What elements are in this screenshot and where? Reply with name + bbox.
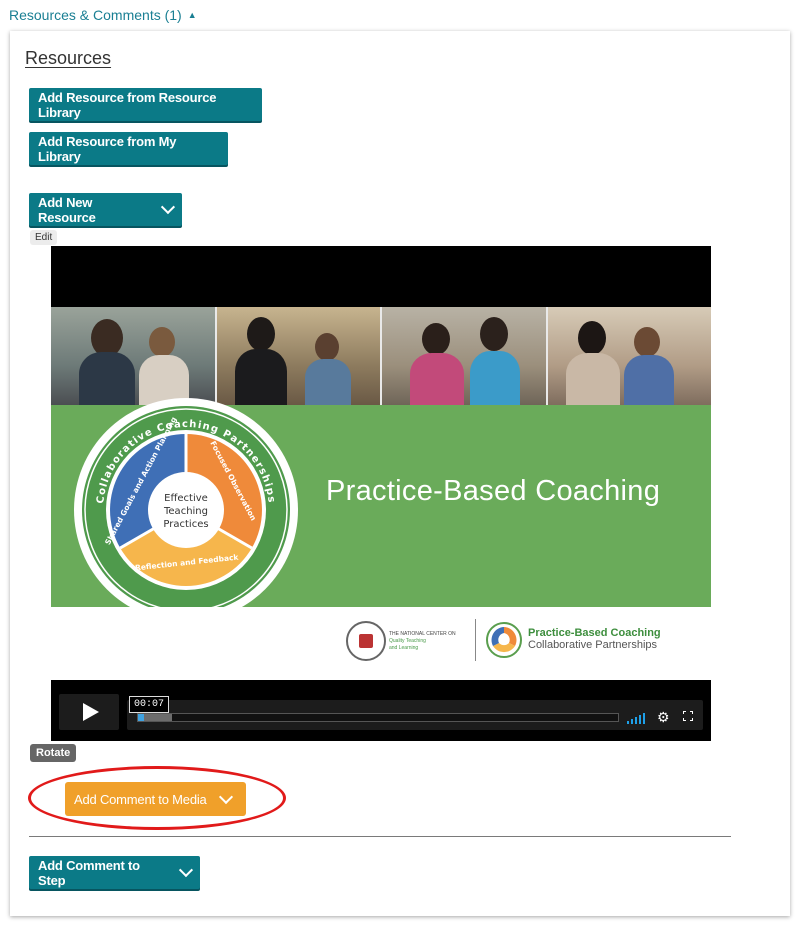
pbc-line: Collaborative Partnerships	[528, 639, 658, 651]
caret-up-icon: ▲	[187, 10, 197, 20]
progress-knob[interactable]	[138, 714, 144, 721]
chevron-down-icon	[161, 200, 176, 214]
button-label: Add Comment to Step	[38, 857, 140, 888]
video-frame: Practice-Based Coaching Collaborative Co…	[51, 307, 711, 680]
pbc-wordmark: Practice-Based Coaching Collaborative Pa…	[528, 627, 661, 651]
slide-footer: THE NATIONAL CENTER ON Quality Teaching …	[51, 607, 711, 680]
edit-media-tag[interactable]: Edit	[30, 230, 58, 245]
pbc-line: Practice-Based Coaching	[528, 627, 661, 639]
coaching-wheel-diagram: Collaborative Coaching Partnerships Effe…	[74, 398, 298, 622]
ncqtl-line: THE NATIONAL CENTER ON	[389, 631, 456, 637]
wheel-center-line: Practices	[163, 519, 208, 530]
progress-bar[interactable]	[137, 713, 619, 722]
add-new-resource-button[interactable]: Add New Resource	[29, 193, 182, 226]
control-bar: 00:07 ⚙	[127, 696, 703, 730]
add-resource-from-library-button[interactable]: Add Resource from Resource Library	[29, 88, 262, 121]
wheel-center-line: Effective	[164, 493, 208, 504]
add-comment-to-step-button[interactable]: Add Comment to Step	[29, 856, 200, 889]
video-player[interactable]: Practice-Based Coaching Collaborative Co…	[51, 246, 711, 741]
add-resource-from-my-library-button[interactable]: Add Resource from My Library	[29, 132, 228, 165]
slide-title: Practice-Based Coaching	[326, 475, 661, 507]
rotate-media-button[interactable]: Rotate	[30, 744, 77, 762]
pbc-logo	[486, 622, 522, 658]
volume-icon[interactable]	[627, 712, 649, 724]
ncqtl-wordmark: THE NATIONAL CENTER ON Quality Teaching …	[389, 631, 456, 652]
fullscreen-icon[interactable]	[683, 711, 693, 721]
button-label: Add New Resource	[38, 194, 96, 225]
classroom-photo	[382, 307, 548, 405]
chevron-down-icon	[218, 789, 233, 804]
player-controls: 00:07 ⚙	[59, 694, 703, 730]
section-divider	[29, 836, 731, 837]
footer-divider	[475, 619, 476, 661]
time-tooltip: 00:07	[129, 696, 170, 713]
classroom-photo	[216, 307, 382, 405]
photo-strip	[51, 307, 711, 405]
button-label: Add Resource from Resource Library	[38, 89, 217, 120]
button-label: Add Resource from My Library	[38, 133, 177, 164]
toggle-label: Resources & Comments (1)	[9, 7, 182, 23]
chevron-down-icon	[179, 863, 194, 877]
play-button[interactable]	[59, 694, 119, 730]
resources-panel: Resources Add Resource from Resource Lib…	[10, 31, 790, 916]
resources-heading: Resources	[25, 48, 112, 68]
ncqtl-line: Quality Teaching	[389, 638, 426, 644]
ncqtl-line: and Learning	[389, 645, 419, 651]
ncqtl-seal-logo	[346, 621, 386, 661]
classroom-photo	[51, 307, 217, 405]
resources-comments-toggle[interactable]: Resources & Comments (1) ▲	[9, 7, 197, 23]
classroom-photo	[547, 307, 711, 405]
gear-icon[interactable]: ⚙	[657, 710, 670, 724]
add-comment-to-media-button[interactable]: Add Comment to Media	[65, 782, 246, 816]
play-icon	[83, 703, 99, 721]
button-label: Add Comment to Media	[74, 791, 207, 807]
wheel-center-line: Teaching	[163, 506, 208, 517]
